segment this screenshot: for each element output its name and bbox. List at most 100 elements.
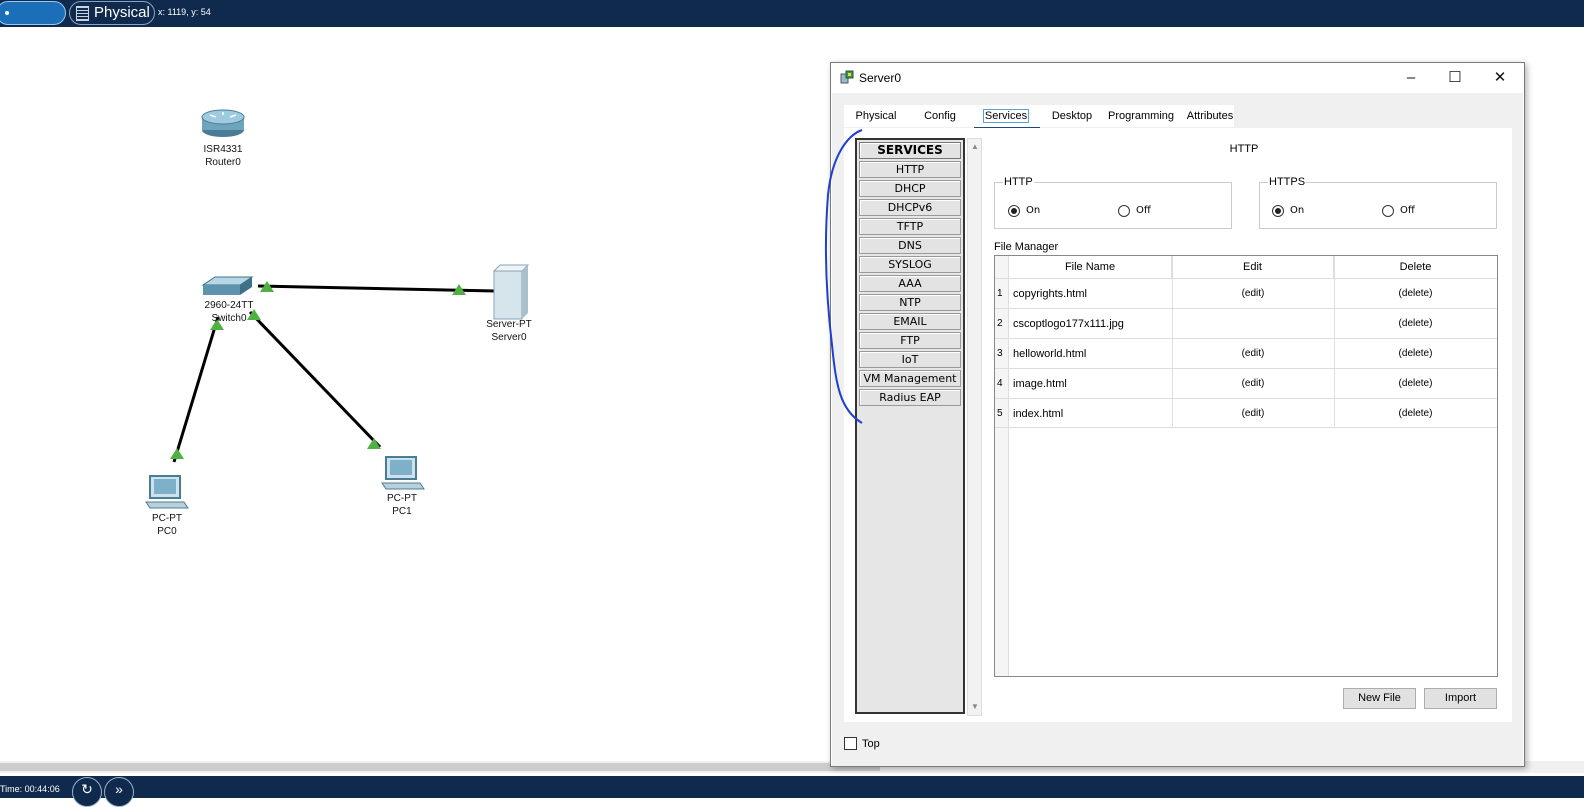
service-vm-management[interactable]: VM Management (859, 370, 961, 387)
tab-programming[interactable]: Programming (1098, 105, 1184, 127)
router-icon[interactable] (201, 109, 245, 137)
service-syslog[interactable]: SYSLOG (859, 256, 961, 273)
top-checkbox[interactable] (844, 737, 857, 750)
server-window: Server0 – ☐ ✕ Physical Config Services D… (830, 62, 1525, 767)
server-icon[interactable] (492, 264, 530, 320)
column-header-file-name: File Name (1009, 256, 1172, 278)
link-switch-pc1[interactable] (248, 310, 382, 449)
http-off-radio[interactable] (1118, 205, 1130, 217)
service-iot[interactable]: IoT (859, 351, 961, 368)
tab-physical[interactable]: Physical (844, 105, 908, 127)
service-ntp[interactable]: NTP (859, 294, 961, 311)
table-row[interactable]: 4 image.html (edit) (delete) (995, 368, 1497, 398)
edit-link[interactable]: (edit) (1172, 288, 1334, 299)
scroll-down-icon[interactable]: ▼ (970, 702, 980, 712)
http-panel-title: HTTP (1229, 143, 1259, 155)
close-icon: ✕ (1493, 69, 1507, 86)
file-name: helloworld.html (1013, 348, 1087, 360)
physical-view-button[interactable]: Physical (69, 1, 155, 25)
topology-links (145, 109, 530, 509)
reset-time-button[interactable]: ↻ (72, 777, 102, 807)
https-group: HTTPS On Off (1259, 176, 1497, 229)
tab-desktop[interactable]: Desktop (1040, 105, 1104, 127)
delete-link[interactable]: (delete) (1334, 378, 1497, 389)
link-status-icon (170, 448, 184, 459)
column-header-edit: Edit (1172, 256, 1334, 278)
pc-icon[interactable] (381, 456, 425, 490)
https-on-label: On (1290, 205, 1305, 216)
edit-link[interactable]: (edit) (1172, 408, 1334, 419)
services-panel: SERVICES HTTP DHCP DHCPv6 TFTP DNS SYSLO… (844, 128, 1512, 722)
link-status-icon (367, 438, 381, 449)
file-manager-table: File Name Edit Delete 1 copyrights.html … (994, 255, 1498, 677)
row-number: 5 (997, 408, 1003, 419)
row-number: 4 (997, 378, 1003, 389)
link-status-icon (260, 281, 274, 292)
server-app-icon (840, 70, 854, 84)
https-on-radio[interactable] (1272, 205, 1284, 217)
window-titlebar[interactable]: Server0 – ☐ ✕ (831, 63, 1524, 93)
router-label: ISR4331 Router0 (203, 144, 243, 168)
service-tftp[interactable]: TFTP (859, 218, 961, 235)
file-name: cscoptlogo177x111.jpg (1013, 318, 1124, 330)
delete-link[interactable]: (delete) (1334, 288, 1497, 299)
http-group: HTTP On Off (994, 176, 1232, 229)
close-button[interactable]: ✕ (1478, 66, 1522, 90)
https-off-radio[interactable] (1382, 205, 1394, 217)
window-title: Server0 (859, 71, 902, 85)
row-number: 3 (997, 348, 1003, 359)
maximize-button[interactable]: ☐ (1433, 66, 1477, 90)
reset-icon: ↻ (81, 781, 93, 797)
import-button[interactable]: Import (1424, 688, 1497, 709)
tab-bar: Physical Config Services Desktop Program… (844, 105, 1234, 130)
top-toolbar: Logical Physical x: 1119, y: 54 (0, 0, 1584, 43)
column-header-delete: Delete (1399, 261, 1432, 273)
tab-config[interactable]: Config (908, 105, 972, 127)
service-dhcpv6[interactable]: DHCPv6 (859, 199, 961, 216)
services-header: SERVICES (859, 142, 961, 159)
minimize-icon: – (1406, 69, 1416, 86)
top-checkbox-label: Top (862, 738, 880, 750)
http-on-radio[interactable] (1008, 205, 1020, 217)
file-manager-label: File Manager (994, 241, 1059, 253)
time-label: Time: 00:44:06 (0, 784, 60, 794)
service-dhcp[interactable]: DHCP (859, 180, 961, 197)
scrollbar-thumb[interactable] (0, 763, 880, 771)
delete-link[interactable]: (delete) (1334, 318, 1497, 329)
http-group-label: HTTP (1003, 176, 1034, 188)
edit-link[interactable]: (edit) (1172, 348, 1334, 359)
row-number: 2 (997, 318, 1003, 329)
physical-icon (76, 6, 89, 21)
delete-link[interactable]: (delete) (1334, 408, 1497, 419)
tab-services[interactable]: Services (972, 105, 1040, 127)
logical-view-button[interactable]: Logical (0, 1, 66, 43)
service-radius-eap[interactable]: Radius EAP (859, 389, 961, 406)
delete-link[interactable]: (delete) (1334, 348, 1497, 359)
table-row[interactable]: 5 index.html (edit) (delete) (995, 398, 1497, 428)
services-scrollbar[interactable]: ▲ ▼ (967, 138, 982, 716)
pc-icon[interactable] (145, 475, 189, 509)
https-off-label: Off (1400, 205, 1415, 216)
new-file-button[interactable]: New File (1343, 688, 1416, 709)
edit-link[interactable]: (edit) (1172, 378, 1334, 389)
file-name: index.html (1013, 408, 1064, 420)
service-ftp[interactable]: FTP (859, 332, 961, 349)
topology-canvas[interactable]: ISR4331 Router0 2960-24TT Switch0 Server-P… (0, 27, 830, 761)
link-switch-pc0[interactable] (172, 316, 220, 463)
service-http[interactable]: HTTP (859, 161, 961, 178)
annotation-bracket (824, 129, 863, 424)
fast-forward-button[interactable]: » (104, 777, 134, 807)
service-dns[interactable]: DNS (859, 237, 961, 254)
minimize-button[interactable]: – (1389, 66, 1433, 90)
window-body: Physical Config Services Desktop Program… (832, 93, 1523, 766)
service-email[interactable]: EMAIL (859, 313, 961, 330)
switch-icon[interactable] (201, 276, 254, 295)
table-row[interactable]: 3 helloworld.html (edit) (delete) (995, 338, 1497, 368)
link-status-icon (452, 284, 466, 295)
tab-services-label: Services (982, 109, 1030, 123)
tab-attributes[interactable]: Attributes (1180, 105, 1240, 127)
service-aaa[interactable]: AAA (859, 275, 961, 292)
table-row[interactable]: 2 cscoptlogo177x111.jpg (delete) (995, 308, 1497, 338)
table-row[interactable]: 1 copyrights.html (edit) (delete) (995, 278, 1497, 308)
scroll-up-icon[interactable]: ▲ (970, 142, 980, 152)
